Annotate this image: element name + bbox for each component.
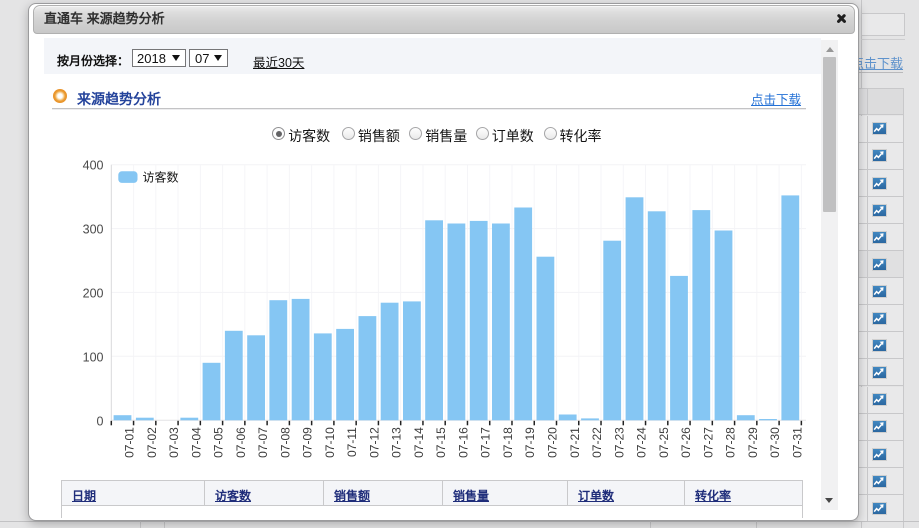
svg-text:07-06: 07-06 <box>234 427 248 458</box>
svg-text:07-25: 07-25 <box>657 427 671 458</box>
svg-text:07-09: 07-09 <box>301 427 315 458</box>
svg-text:07-14: 07-14 <box>412 427 426 458</box>
svg-text:07-30: 07-30 <box>768 427 782 458</box>
svg-text:400: 400 <box>83 159 104 173</box>
svg-text:07-11: 07-11 <box>345 427 359 457</box>
svg-text:07-16: 07-16 <box>457 427 471 458</box>
svg-text:07-21: 07-21 <box>568 427 582 458</box>
svg-text:07-22: 07-22 <box>590 427 604 458</box>
svg-text:07-17: 07-17 <box>479 427 493 458</box>
svg-text:07-01: 07-01 <box>123 427 137 458</box>
svg-text:07-18: 07-18 <box>501 427 515 458</box>
svg-text:07-24: 07-24 <box>635 427 649 458</box>
svg-text:07-13: 07-13 <box>390 427 404 458</box>
svg-text:07-31: 07-31 <box>790 427 804 458</box>
svg-text:07-20: 07-20 <box>546 427 560 458</box>
svg-text:07-02: 07-02 <box>145 427 159 458</box>
svg-text:07-04: 07-04 <box>189 427 203 458</box>
svg-text:07-29: 07-29 <box>746 427 760 458</box>
svg-text:07-05: 07-05 <box>212 427 226 458</box>
svg-text:100: 100 <box>83 350 104 364</box>
svg-text:07-08: 07-08 <box>278 427 292 458</box>
svg-text:07-23: 07-23 <box>612 427 626 458</box>
svg-text:07-12: 07-12 <box>367 427 381 458</box>
svg-text:300: 300 <box>83 223 104 237</box>
svg-text:07-27: 07-27 <box>701 427 715 458</box>
svg-text:07-03: 07-03 <box>167 427 181 458</box>
svg-text:07-10: 07-10 <box>323 427 337 458</box>
svg-text:访客数: 访客数 <box>143 170 179 185</box>
svg-text:0: 0 <box>97 414 104 428</box>
svg-text:07-26: 07-26 <box>679 427 693 458</box>
svg-text:200: 200 <box>83 287 104 301</box>
svg-text:07-07: 07-07 <box>256 427 270 458</box>
svg-text:07-28: 07-28 <box>724 427 738 458</box>
svg-text:07-19: 07-19 <box>523 427 537 458</box>
svg-text:07-15: 07-15 <box>434 427 448 458</box>
